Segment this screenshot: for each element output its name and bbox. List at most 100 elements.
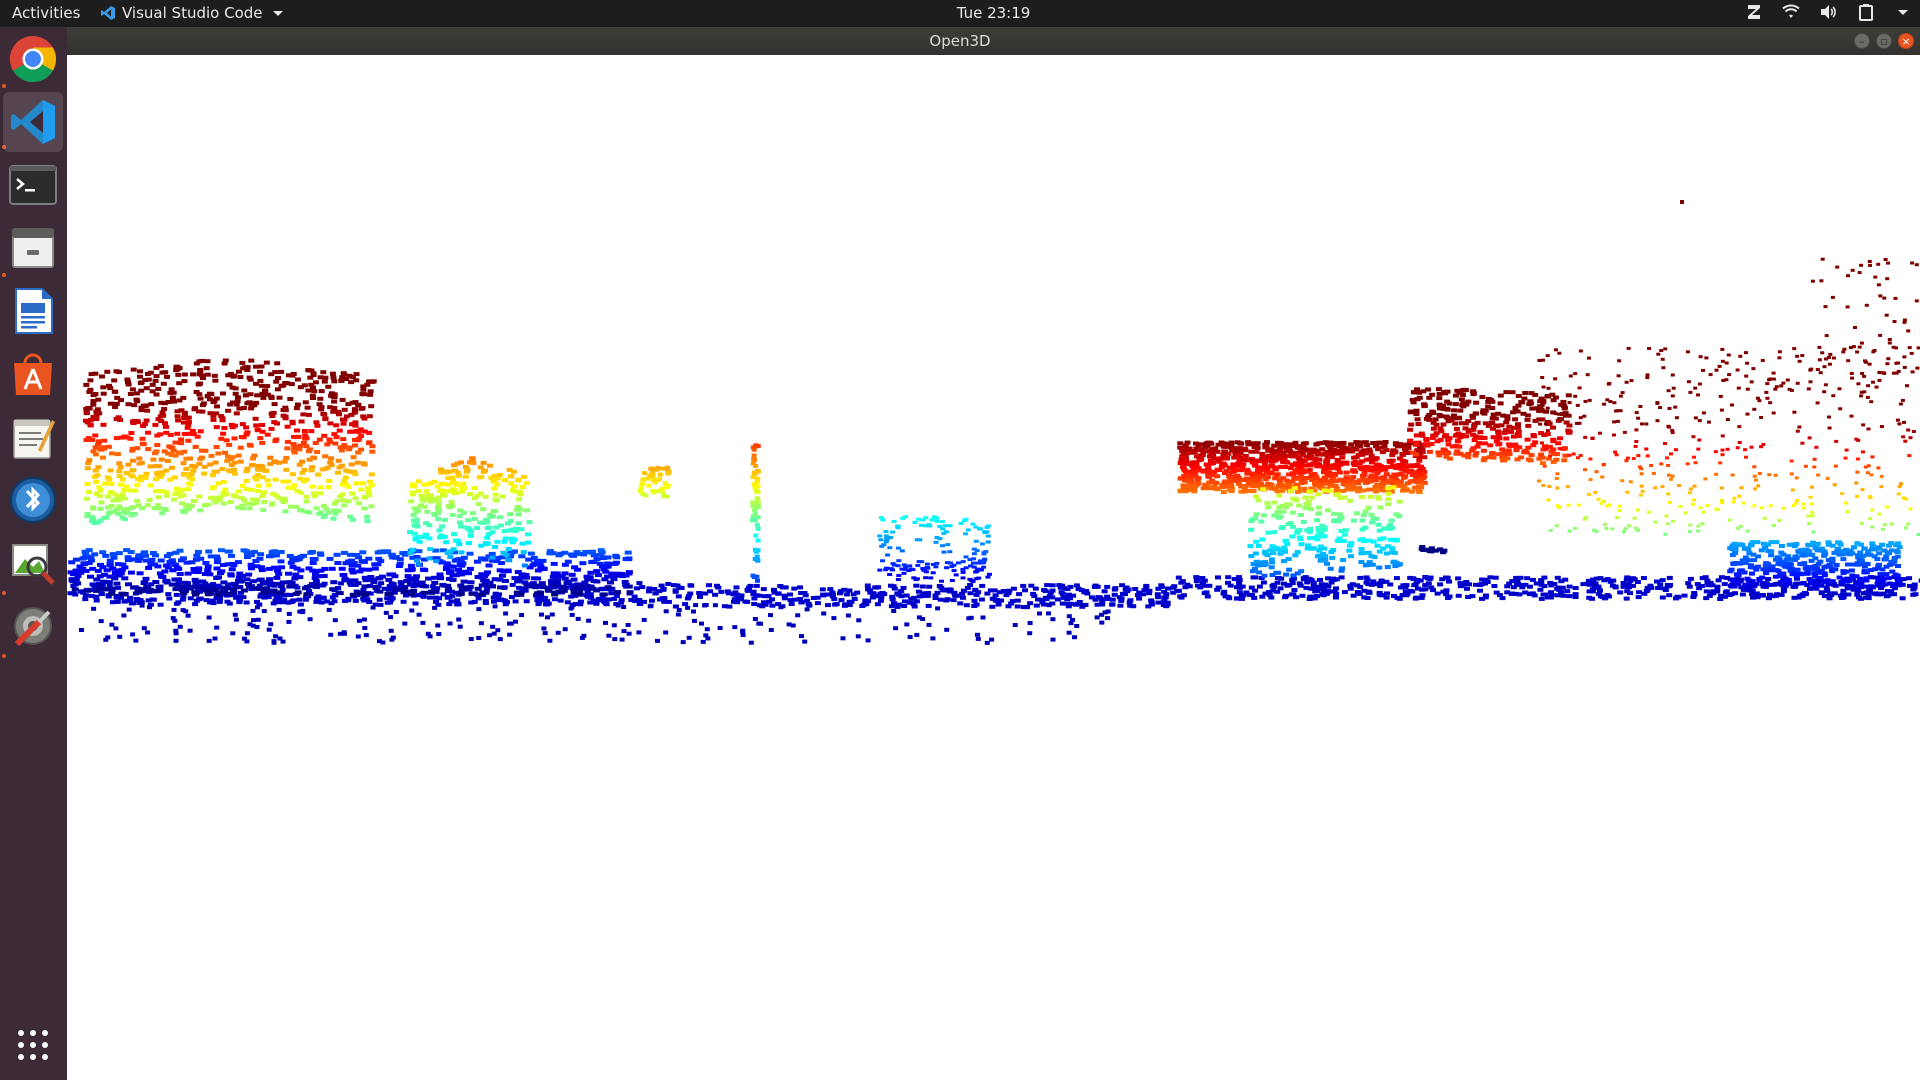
wifi-icon[interactable]	[1782, 4, 1800, 20]
system-tray[interactable]	[1746, 3, 1908, 21]
point	[1235, 446, 1241, 451]
show-applications-button[interactable]	[3, 1015, 63, 1075]
point	[1274, 509, 1281, 514]
battery-icon[interactable]	[1858, 3, 1874, 21]
point	[415, 489, 422, 493]
point	[274, 387, 281, 392]
point	[1075, 587, 1082, 591]
point	[219, 467, 226, 471]
dock-item-writer[interactable]	[3, 281, 63, 341]
point	[261, 490, 267, 495]
point	[180, 461, 187, 466]
window-titlebar[interactable]: Open3D – ▫ ×	[67, 27, 1920, 55]
zotero-tray-icon[interactable]	[1746, 3, 1762, 21]
point	[1765, 596, 1772, 601]
point	[326, 607, 332, 612]
point	[1343, 461, 1350, 466]
point	[1324, 591, 1330, 596]
point	[125, 462, 132, 467]
dock-item-system-tools[interactable]	[3, 596, 63, 656]
point	[293, 504, 300, 509]
point	[155, 386, 162, 391]
chrome-icon	[9, 35, 57, 83]
point	[665, 465, 671, 470]
point	[143, 418, 150, 423]
point	[306, 457, 313, 462]
point	[1296, 527, 1303, 532]
close-button[interactable]: ×	[1898, 33, 1914, 49]
point	[1348, 442, 1355, 447]
point	[1031, 594, 1038, 598]
point	[700, 639, 706, 644]
point	[1214, 474, 1221, 479]
point	[492, 604, 498, 609]
point	[971, 552, 977, 556]
point	[274, 421, 280, 426]
dock-item-text-editor[interactable]	[3, 407, 63, 467]
point	[174, 487, 181, 492]
minimize-button[interactable]: –	[1854, 33, 1870, 49]
point	[611, 561, 619, 566]
point	[1300, 463, 1307, 468]
dock-item-software[interactable]	[3, 344, 63, 404]
dock-item-image-viewer[interactable]	[3, 533, 63, 593]
point	[880, 559, 885, 563]
point	[109, 622, 115, 627]
point	[755, 578, 760, 583]
point	[1350, 518, 1357, 523]
point	[654, 467, 660, 472]
point-cloud-viewer[interactable]	[67, 55, 1920, 1080]
point	[1182, 443, 1189, 448]
point	[492, 509, 499, 514]
point	[1094, 584, 1101, 589]
point	[1299, 593, 1306, 598]
point	[1766, 592, 1773, 597]
point	[1387, 537, 1394, 542]
dock-item-files[interactable]	[3, 218, 63, 278]
point	[1264, 440, 1270, 445]
point	[296, 575, 304, 580]
dock-item-chrome[interactable]	[3, 29, 63, 89]
point	[1310, 583, 1317, 588]
point	[72, 557, 80, 562]
point	[1208, 461, 1215, 466]
point	[461, 486, 467, 491]
point	[977, 527, 983, 531]
point	[458, 460, 464, 465]
point	[600, 556, 608, 560]
point	[969, 579, 975, 582]
point-cloud-canvas[interactable]	[67, 55, 1920, 1080]
point	[650, 478, 656, 482]
point	[165, 592, 172, 597]
maximize-button[interactable]: ▫	[1876, 33, 1892, 49]
point	[248, 358, 255, 363]
point	[1572, 586, 1579, 590]
point	[294, 590, 302, 595]
point	[1022, 588, 1028, 593]
point	[1200, 469, 1207, 474]
point	[1253, 539, 1260, 544]
point	[1222, 471, 1228, 475]
point	[257, 552, 265, 557]
point	[98, 619, 104, 624]
dock-item-vscode[interactable]	[3, 92, 63, 152]
point	[297, 609, 303, 614]
point	[1274, 472, 1281, 477]
point	[474, 493, 481, 498]
volume-icon[interactable]	[1820, 4, 1838, 20]
point	[753, 583, 760, 588]
point	[1234, 585, 1240, 590]
point	[357, 427, 364, 432]
system-menu-chevron-icon[interactable]	[1898, 9, 1908, 15]
point	[443, 540, 450, 545]
dock-item-app[interactable]	[3, 470, 63, 530]
point	[192, 580, 200, 585]
dock-item-terminal[interactable]	[3, 155, 63, 215]
point	[308, 550, 316, 554]
point	[184, 571, 192, 576]
clock[interactable]: Tue 23:19	[0, 4, 1920, 22]
point	[439, 524, 445, 529]
point	[413, 574, 420, 579]
point	[1005, 604, 1012, 609]
point	[1259, 537, 1266, 542]
